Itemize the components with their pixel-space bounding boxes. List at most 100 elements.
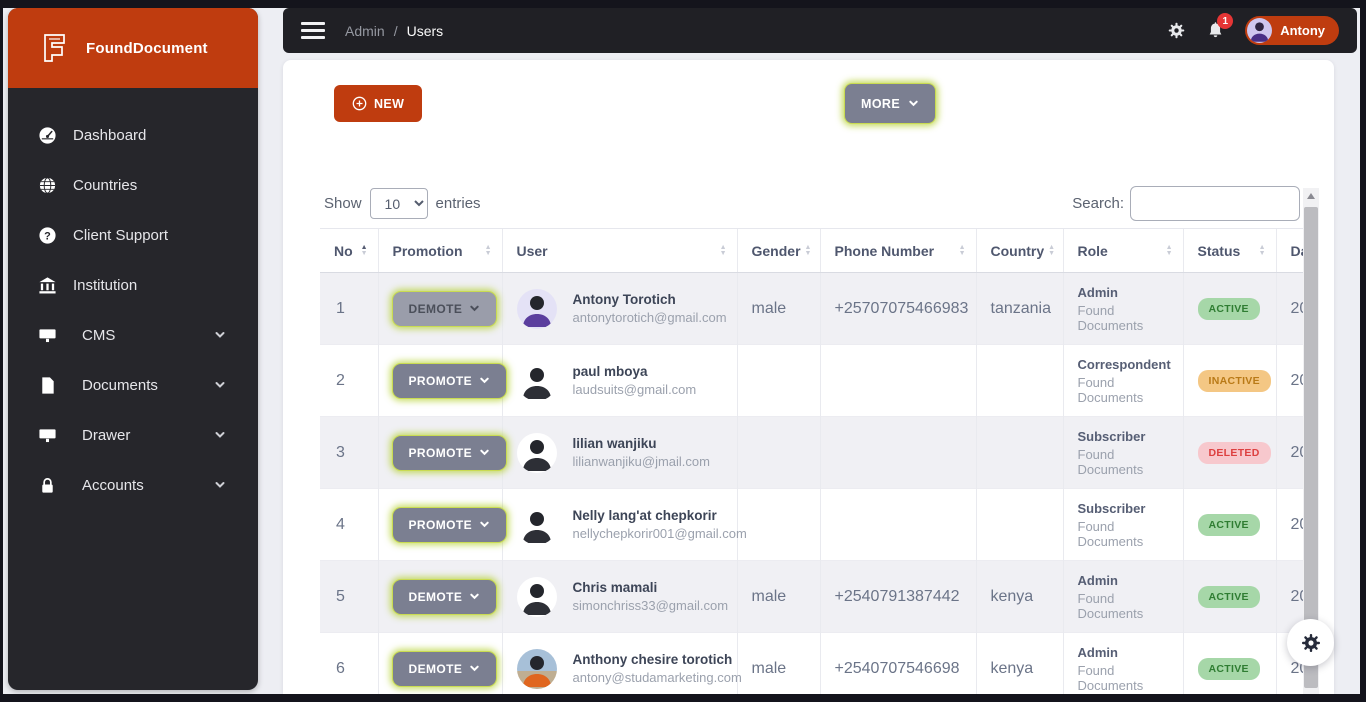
user-email: antonytorotich@gmail.com [572,310,727,325]
chevron-down-icon [480,521,489,528]
promotion-button[interactable]: PROMOTE [392,435,506,470]
role-name: Admin [1077,572,1118,588]
hamburger-menu-icon[interactable] [301,18,325,43]
phone-cell [819,416,976,489]
user-avatar [516,432,557,473]
globe-icon [38,176,57,195]
user-menu-button[interactable]: Antony [1245,16,1339,45]
page-size-select[interactable]: 10 [369,188,428,219]
column-label: User [516,242,548,259]
sort-icon: ▲ ▼ [484,243,492,257]
column-label: Phone Number [834,242,935,259]
sidebar-item-accounts[interactable]: Accounts [8,460,258,510]
status-badge: DELETED [1197,441,1271,464]
column-label: Date [1290,242,1304,259]
role-organization: Found Documents [1077,302,1144,333]
brand-header: FoundDocument [8,8,258,88]
column-label: Gender [751,242,801,259]
new-button[interactable]: NEW [334,85,423,122]
sidebar-item-label: Institution [73,276,138,294]
chevron-down-icon [470,665,479,672]
breadcrumb-admin[interactable]: Admin [345,23,385,39]
chevron-down-icon [470,305,479,312]
status-badge: ACTIVE [1197,657,1260,680]
board-icon [38,326,57,345]
sidebar-item-dashboard[interactable]: Dashboard [8,110,258,160]
gender-cell [736,488,820,561]
table-row: 2 PROMOTE paul mboya laudsuits@gmail.com… [320,344,1303,417]
gear-icon [1301,633,1320,652]
role-name: Admin [1077,284,1118,300]
sidebar-item-drawer[interactable]: Drawer [8,410,258,460]
role-name: Subscriber [1077,500,1146,516]
breadcrumb-separator: / [393,22,398,39]
sort-icon: ▲ ▼ [804,243,812,257]
date-cell: 202 [1275,272,1303,345]
role-organization: Found Documents [1077,518,1144,549]
date-cell: 202 [1275,344,1303,417]
sort-icon: ▲ ▼ [958,243,966,257]
status-badge: ACTIVE [1197,513,1260,536]
more-button[interactable]: MORE [845,84,936,123]
settings-gear-icon[interactable] [1167,21,1186,40]
chevron-down-icon [909,100,918,107]
column-header[interactable]: Promotion ▲ ▼ [377,228,502,273]
phone-cell [819,344,976,417]
sort-icon: ▲ ▼ [360,243,368,257]
user-name: Antony [1280,23,1325,38]
scroll-up-arrow-icon[interactable] [1307,193,1315,199]
sort-icon: ▲ ▼ [719,243,727,257]
column-label: Country [990,242,1045,259]
promotion-button[interactable]: PROMOTE [392,507,506,542]
chevron-down-icon [480,377,489,384]
sidebar: FoundDocument Dashboard Countries ? Clie… [8,8,258,690]
column-header[interactable]: Date▲▼ [1275,228,1304,273]
column-header[interactable]: Gender ▲ ▼ [736,228,820,273]
user-email: antony@studamarketing.com [572,670,742,685]
chevron-down-icon [470,593,479,600]
sidebar-item-countries[interactable]: Countries [8,160,258,210]
promotion-button[interactable]: PROMOTE [392,363,506,398]
promotion-button[interactable]: DEMOTE [392,579,497,614]
sort-icon: ▲ ▼ [1258,243,1266,257]
date-cell: 202 [1275,488,1303,561]
promotion-button[interactable]: DEMOTE [392,651,497,686]
show-label: Show [324,195,362,212]
row-number: 5 [336,587,345,605]
gender-cell [736,416,820,489]
scrollbar-thumb[interactable] [1304,207,1318,688]
sidebar-item-label: Drawer [82,426,131,444]
sidebar-item-label: Countries [73,176,138,194]
notifications-bell-icon[interactable]: 1 [1206,13,1234,40]
speedometer-icon [38,126,57,145]
sidebar-item-documents[interactable]: Documents [8,360,258,410]
sidebar-item-label: Client Support [73,226,169,244]
sidebar-item-institution[interactable]: Institution [8,260,258,310]
user-name: Antony Torotich [572,292,676,307]
user-name: paul mboya [572,364,648,379]
user-avatar [516,648,557,689]
column-header[interactable]: Country ▲ ▼ [975,228,1063,273]
column-header[interactable]: Status ▲ ▼ [1182,228,1276,273]
user-avatar [1247,18,1273,43]
column-header[interactable]: Phone Number ▲ ▼ [819,228,976,273]
column-header[interactable]: User ▲ ▼ [501,228,737,273]
column-header[interactable]: No ▲ ▼ [320,228,378,273]
page-length-control: Show 10 entries [324,188,481,219]
gender-cell: male [736,632,820,694]
search-input[interactable] [1130,186,1300,221]
status-badge: ACTIVE [1197,297,1260,320]
sidebar-item-cms[interactable]: CMS [8,310,258,360]
board-icon [38,426,57,445]
country-cell: tanzania [975,272,1063,345]
country-cell: kenya [975,632,1063,694]
sidebar-item-client-support[interactable]: ? Client Support [8,210,258,260]
floating-settings-button[interactable] [1287,619,1334,666]
country-cell [975,416,1063,489]
column-header[interactable]: Role ▲ ▼ [1062,228,1183,273]
row-number: 2 [336,371,345,389]
date-cell: 202 [1275,416,1303,489]
promotion-button[interactable]: DEMOTE [392,291,497,326]
role-name: Admin [1077,644,1118,660]
app-window: FoundDocument Dashboard Countries ? Clie… [3,8,1360,694]
